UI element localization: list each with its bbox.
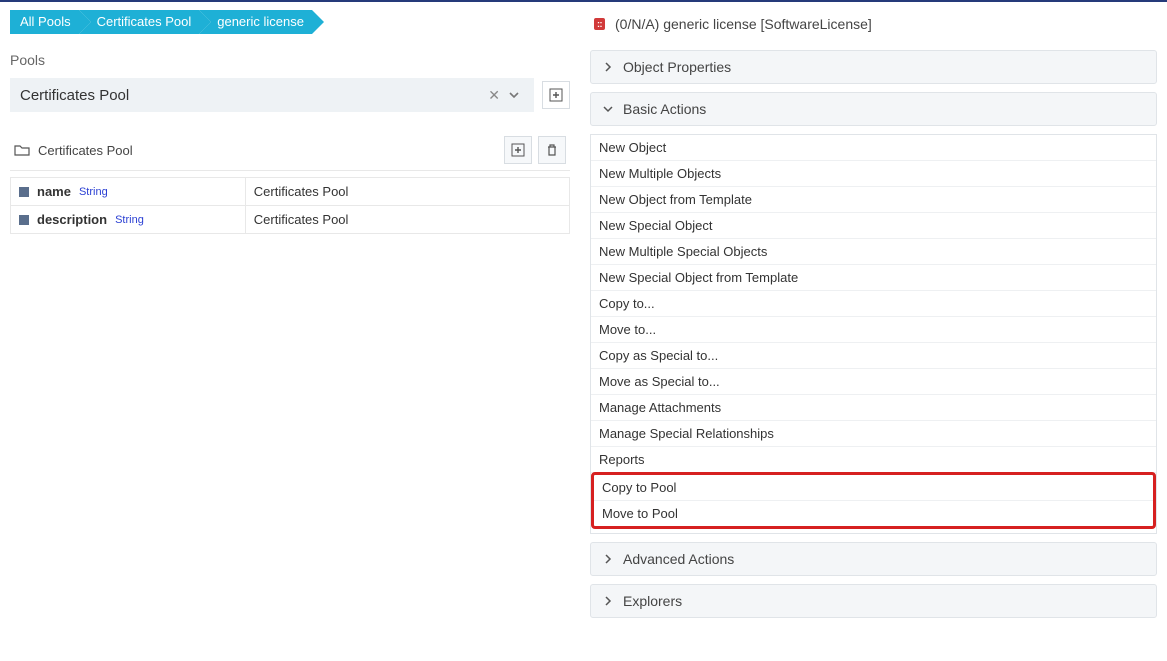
basic-actions-list: New ObjectNew Multiple ObjectsNew Object… [590,134,1157,534]
chevron-down-icon [603,104,615,114]
section-label: Basic Actions [623,101,706,117]
delete-folder-button[interactable] [538,136,566,164]
section-basic-actions[interactable]: Basic Actions [590,92,1157,126]
object-title: (0/N/A) generic license [SoftwareLicense… [615,16,872,32]
action-item[interactable]: Copy as Special to... [591,343,1156,369]
table-row: description String Certificates Pool [11,206,570,234]
section-advanced-actions[interactable]: Advanced Actions [590,542,1157,576]
section-explorers[interactable]: Explorers [590,584,1157,618]
action-item[interactable]: New Special Object [591,213,1156,239]
section-label: Advanced Actions [623,551,734,567]
pool-select-value: Certificates Pool [20,87,484,104]
crumb-all-pools[interactable]: All Pools [10,10,79,34]
add-pool-button[interactable] [542,81,570,109]
chevron-right-icon [603,62,615,72]
chevron-right-icon [603,554,615,564]
pool-select[interactable]: Certificates Pool ✕ [10,78,534,112]
prop-value[interactable]: Certificates Pool [245,206,569,234]
prop-type: String [79,186,108,198]
highlighted-actions: Copy to PoolMove to Pool [591,472,1156,529]
folder-label: Certificates Pool [38,143,496,158]
prop-name: name [37,184,71,199]
action-item[interactable]: Manage Attachments [591,395,1156,421]
section-label: Explorers [623,593,682,609]
chevron-down-icon[interactable] [504,89,524,101]
action-item[interactable]: Manage Special Relationships [591,421,1156,447]
property-table: name String Certificates Pool descriptio… [10,177,570,234]
crumb-generic-license[interactable]: generic license [199,10,312,34]
prop-name: description [37,212,107,227]
action-item[interactable]: New Object [591,135,1156,161]
section-label: Object Properties [623,59,731,75]
action-item[interactable]: Reports [591,447,1156,473]
action-item[interactable]: New Multiple Special Objects [591,239,1156,265]
prop-value[interactable]: Certificates Pool [245,178,569,206]
action-item[interactable]: New Multiple Objects [591,161,1156,187]
pools-title: Pools [10,52,570,68]
clear-icon[interactable]: ✕ [484,87,504,104]
bullet-icon [19,215,29,225]
bullet-icon [19,187,29,197]
table-row: name String Certificates Pool [11,178,570,206]
action-item[interactable]: Move to... [591,317,1156,343]
chevron-right-icon [603,596,615,606]
action-item[interactable]: Move to Pool [594,501,1153,526]
folder-row: Certificates Pool [10,130,570,171]
object-header: :: (0/N/A) generic license [SoftwareLice… [590,16,1157,32]
action-item[interactable]: New Special Object from Template [591,265,1156,291]
folder-icon [14,143,30,157]
add-in-folder-button[interactable] [504,136,532,164]
action-item[interactable]: New Object from Template [591,187,1156,213]
section-object-properties[interactable]: Object Properties [590,50,1157,84]
action-item[interactable]: Copy to Pool [594,475,1153,501]
action-item[interactable]: Move as Special to... [591,369,1156,395]
prop-type: String [115,214,144,226]
action-item[interactable]: Copy to... [591,291,1156,317]
crumb-certificates-pool[interactable]: Certificates Pool [79,10,200,34]
object-type-icon: :: [594,18,605,30]
breadcrumb: All Pools Certificates Pool generic lice… [10,10,570,34]
